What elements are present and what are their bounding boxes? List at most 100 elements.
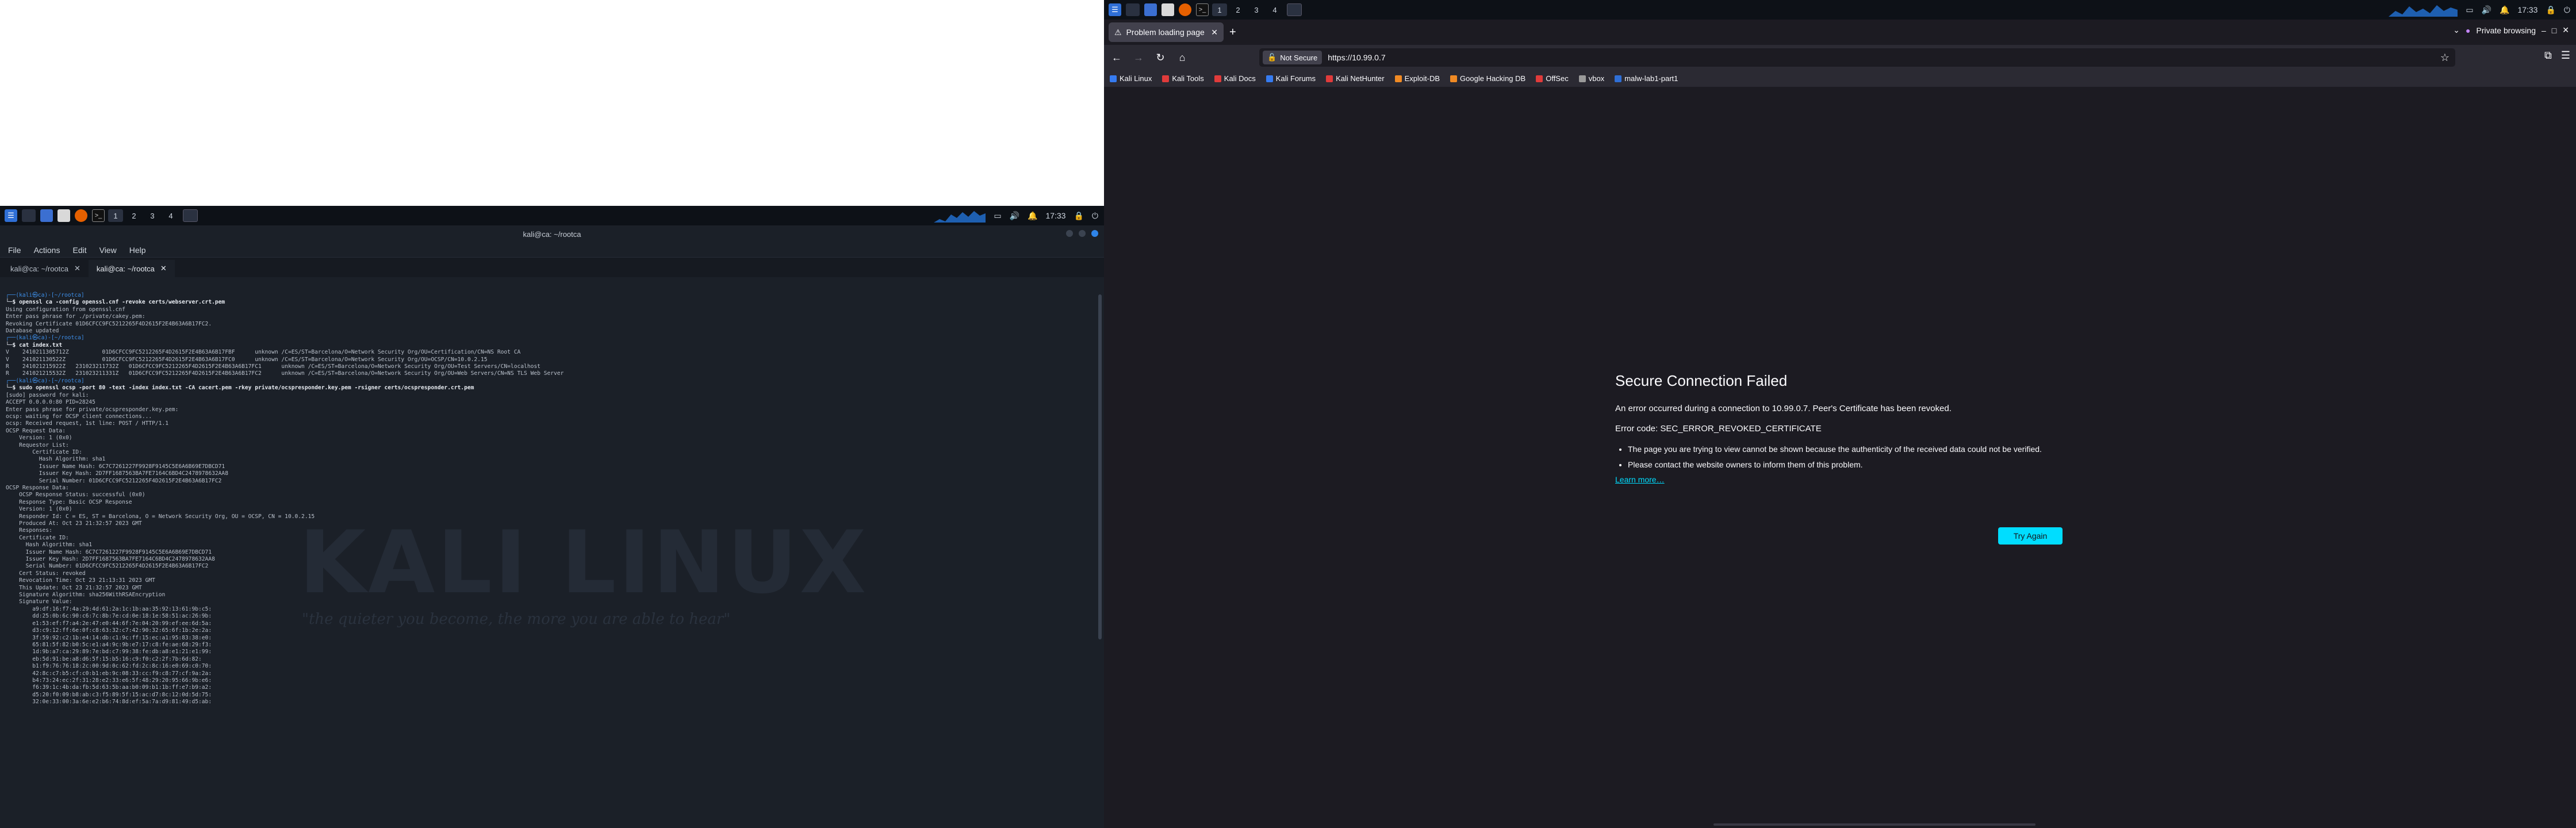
minimize-button[interactable] <box>1066 230 1073 237</box>
text-editor-icon[interactable] <box>1162 3 1174 16</box>
bookmark-label: Exploit-DB <box>1404 74 1440 83</box>
error-bullet: The page you are trying to view cannot b… <box>1628 444 2064 455</box>
bookmark-item[interactable]: Kali Docs <box>1214 74 1256 83</box>
kali-menu-icon[interactable]: ☰ <box>5 209 17 222</box>
text-editor-icon[interactable] <box>57 209 70 222</box>
terminal-window: kali@ca: ~/rootca File Actions Edit View… <box>0 225 1104 828</box>
try-again-button[interactable]: Try Again <box>1998 527 2063 545</box>
bookmark-item[interactable]: OffSec <box>1536 74 1569 83</box>
kali-menu-icon[interactable]: ☰ <box>1109 3 1121 16</box>
notification-icon[interactable]: 🔔 <box>1028 211 1037 221</box>
bookmark-item[interactable]: Kali Tools <box>1162 74 1204 83</box>
bookmark-item[interactable]: Google Hacking DB <box>1450 74 1525 83</box>
volume-icon[interactable]: 🔊 <box>1010 211 1019 221</box>
desktop-icon[interactable] <box>22 209 36 222</box>
terminal-line: Hash Algorithm: sha1 <box>6 542 93 549</box>
lock-icon[interactable]: 🔒 <box>2546 5 2555 15</box>
workspace-3[interactable]: 3 <box>145 209 160 222</box>
new-tab-button[interactable]: + <box>1229 26 1236 39</box>
menu-actions[interactable]: Actions <box>34 246 60 255</box>
bookmark-item[interactable]: malw-lab1-part1 <box>1615 74 1678 83</box>
back-icon[interactable]: ← <box>1107 48 1126 67</box>
terminal-line: ocsp: waiting for OCSP client connection… <box>6 413 152 420</box>
bookmark-favicon-icon <box>1214 75 1221 82</box>
terminal-line: ACCEPT 0.0.0.0:80 PID=28245 <box>6 399 95 406</box>
file-manager-icon[interactable] <box>1144 3 1157 16</box>
bookmark-star-icon[interactable]: ☆ <box>2440 52 2450 64</box>
close-tab-icon[interactable]: ✕ <box>160 264 167 273</box>
forward-icon[interactable]: → <box>1129 48 1148 67</box>
menu-edit[interactable]: Edit <box>72 246 86 255</box>
terminal-titlebar[interactable]: kali@ca: ~/rootca <box>0 225 1104 243</box>
terminal-line: Database updated <box>6 328 59 335</box>
terminal-icon[interactable]: >_ <box>92 209 105 222</box>
maximize-button[interactable] <box>1079 230 1086 237</box>
terminal-line: Requestor List: <box>6 442 69 448</box>
close-window-button[interactable]: ✕ <box>2562 25 2569 35</box>
terminal-window-button[interactable] <box>183 209 198 222</box>
monitor-icon[interactable]: ▭ <box>2466 5 2473 15</box>
bookmark-favicon-icon <box>1578 75 1586 82</box>
learn-more-link[interactable]: Learn more… <box>1615 475 1665 484</box>
terminal-icon[interactable]: >_ <box>1196 3 1209 16</box>
workspace-4[interactable]: 4 <box>1267 3 1282 16</box>
bookmark-item[interactable]: Kali Forums <box>1266 74 1316 83</box>
home-icon[interactable]: ⌂ <box>1173 48 1191 67</box>
system-tray: ▭ 🔊 🔔 17:33 🔒 ⏻ <box>2389 0 2570 20</box>
file-manager-icon[interactable] <box>40 209 53 222</box>
terminal-line: [sudo] password for kali: <box>6 392 89 398</box>
clock[interactable]: 17:33 <box>2517 5 2537 14</box>
firefox-icon[interactable] <box>1179 3 1191 16</box>
workspace-2[interactable]: 2 <box>126 209 141 222</box>
terminal-line: R 241021215922Z 231023211732Z 01D6CFCC9F… <box>6 363 540 370</box>
error-message: An error occurred during a connection to… <box>1615 404 1952 413</box>
monitor-icon[interactable]: ▭ <box>994 211 1001 221</box>
page-scrollbar[interactable] <box>1713 823 2035 826</box>
menu-file[interactable]: File <box>8 246 21 255</box>
firefox-icon[interactable] <box>75 209 87 222</box>
power-icon[interactable]: ⏻ <box>1092 211 1098 221</box>
bookmark-favicon-icon <box>1326 75 1333 82</box>
close-tab-icon[interactable]: ✕ <box>1211 28 1218 37</box>
terminal-line: 42:8c:c7:b5:cf:c0:b1:eb:9c:08:33:cc:f9:c… <box>6 670 212 677</box>
terminal-output[interactable]: ┌──(kali㉿ca)-[~/rootca] └─$ openssl ca -c… <box>0 288 1096 828</box>
maximize-button[interactable]: □ <box>2552 26 2556 35</box>
not-secure-badge[interactable]: 🔓 Not Secure <box>1263 51 1322 64</box>
url-bar[interactable]: 🔓 Not Secure https://10.99.0.7 ☆ <box>1259 48 2455 67</box>
bookmark-item[interactable]: vbox <box>1578 74 1604 83</box>
terminal-line: Serial Number: 01D6CFCC9FC5212265F4D2615… <box>6 477 222 484</box>
terminal-line: Issuer Name Hash: 6C7C7261227F9928F9145C… <box>6 463 225 470</box>
reload-icon[interactable]: ↻ <box>1151 48 1170 67</box>
clock[interactable]: 17:33 <box>1045 211 1065 220</box>
bookmark-favicon-icon <box>1266 75 1273 82</box>
desktop-icon[interactable] <box>1126 3 1140 16</box>
close-tab-icon[interactable]: ✕ <box>74 264 80 273</box>
workspace-1[interactable]: 1 <box>108 209 123 222</box>
notification-icon[interactable]: 🔔 <box>2500 5 2509 15</box>
bookmark-item[interactable]: Exploit-DB <box>1394 74 1440 83</box>
bookmark-item[interactable]: Kali NetHunter <box>1326 74 1385 83</box>
volume-icon[interactable]: 🔊 <box>2482 5 2491 15</box>
tab-list-icon[interactable]: ⌄ <box>2453 25 2460 35</box>
app-menu-icon[interactable]: ☰ <box>2561 49 2570 62</box>
menu-view[interactable]: View <box>99 246 117 255</box>
firefox-window-button[interactable] <box>1287 3 1302 16</box>
terminal-scrollbar[interactable] <box>1098 294 1102 639</box>
lock-icon[interactable]: 🔒 <box>1074 211 1083 221</box>
workspace-2[interactable]: 2 <box>1230 3 1245 16</box>
menu-help[interactable]: Help <box>129 246 146 255</box>
bookmark-item[interactable]: Kali Linux <box>1110 74 1152 83</box>
terminal-line: Serial Number: 01D6CFCC9FC5212265F4D2615… <box>6 563 209 570</box>
terminal-tab-1[interactable]: kali@ca: ~/rootca ✕ <box>2 260 89 277</box>
workspace-4[interactable]: 4 <box>163 209 178 222</box>
extensions-icon[interactable]: ⧉ <box>2544 49 2552 62</box>
terminal-tab-2[interactable]: kali@ca: ~/rootca ✕ <box>88 260 175 277</box>
terminal-line: V 241021130522Z 01D6CFCC9FC5212265F4D261… <box>6 356 488 363</box>
browser-tab[interactable]: ⚠ Problem loading page ✕ <box>1109 22 1224 42</box>
workspace-1[interactable]: 1 <box>1212 3 1227 16</box>
url-text[interactable]: https://10.99.0.7 <box>1328 53 1385 62</box>
minimize-button[interactable]: – <box>2542 26 2546 35</box>
close-button[interactable] <box>1091 230 1098 237</box>
workspace-3[interactable]: 3 <box>1249 3 1264 16</box>
power-icon[interactable]: ⏻ <box>2564 5 2570 15</box>
